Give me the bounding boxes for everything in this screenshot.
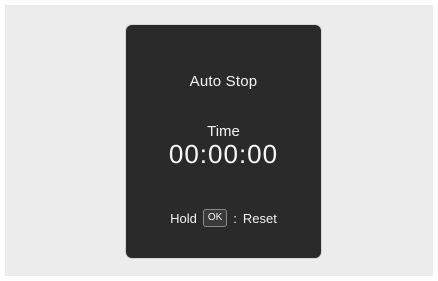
time-value: 00:00:00 xyxy=(168,139,279,169)
time-label: Time xyxy=(207,123,240,140)
reset-label: Reset xyxy=(242,210,277,226)
panel-title: Auto Stop xyxy=(189,73,258,90)
hold-label: Hold xyxy=(170,210,197,226)
reset-hint: Hold OK : Reset xyxy=(126,209,321,227)
separator-colon: : xyxy=(233,210,237,226)
auto-stop-panel: Auto Stop Time 00:00:00 Hold OK : Reset xyxy=(126,25,321,258)
screen-background: Auto Stop Time 00:00:00 Hold OK : Reset xyxy=(5,5,433,276)
ok-key-badge[interactable]: OK xyxy=(202,209,228,227)
